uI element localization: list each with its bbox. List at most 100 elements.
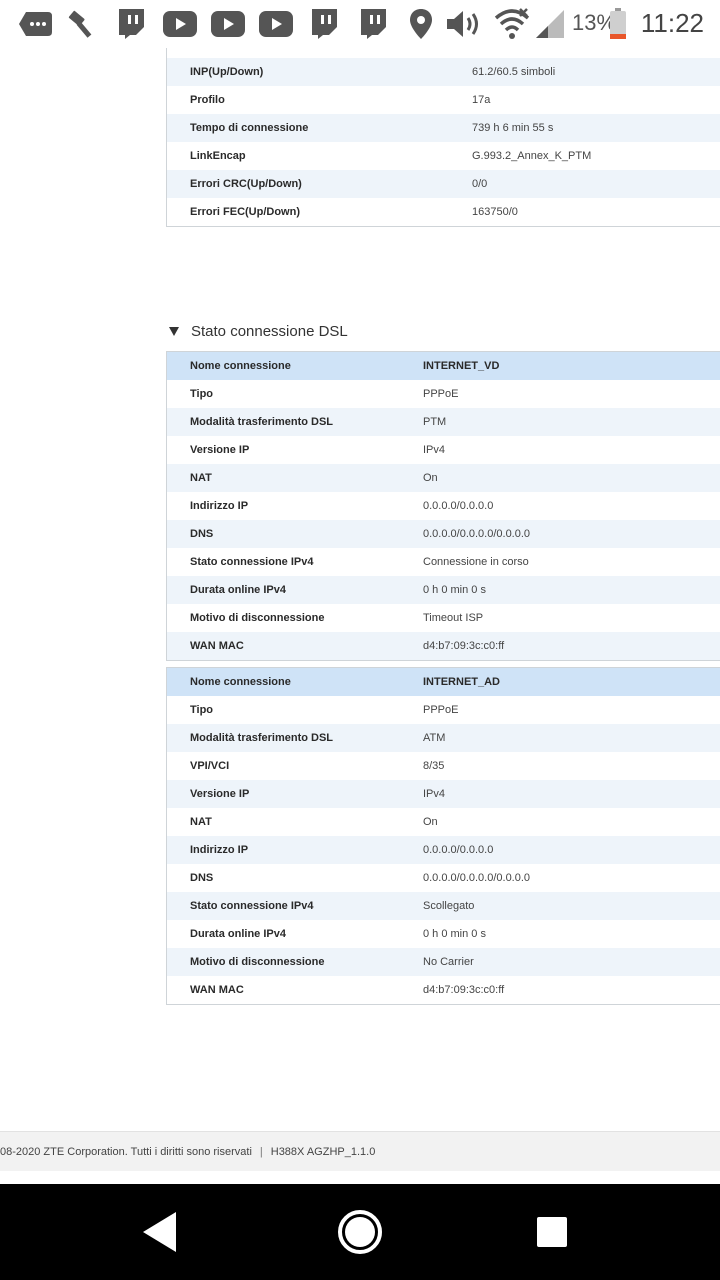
table-row: DNS 0.0.0.0/0.0.0.0/0.0.0.0 [167, 520, 720, 548]
row-label: Errori FEC(Up/Down) [190, 206, 300, 218]
table-header-row: Nome connessione INTERNET_VD [167, 352, 720, 380]
row-label: DNS [190, 528, 214, 540]
row-value: IPv4 [423, 444, 446, 456]
table-row: NAT On [167, 808, 720, 836]
footer-version: H388X AGZHP_1.1.0 [270, 1145, 376, 1158]
row-label: NAT [190, 816, 212, 828]
back-icon[interactable] [132, 1204, 188, 1260]
status-bar: 13% 11:22 [0, 0, 720, 48]
page-footer: 08-2020 ZTE Corporation. Tutti i diritti… [0, 1131, 720, 1171]
android-nav-bar [0, 1184, 720, 1280]
row-label: Versione IP [190, 444, 250, 456]
connection-table-internet-vd: Nome connessione INTERNET_VD Tipo PPPoE Moda… [166, 351, 720, 661]
table-row: WAN MAC d4:b7:09:3c:c0:ff [167, 632, 720, 660]
table-row: Tipo PPPoE [167, 380, 720, 408]
row-label: Modalità trasferimento DSL [190, 732, 334, 744]
table-row: VPI/VCI 8/35 [167, 752, 720, 780]
row-value: d4:b7:09:3c:c0:ff [423, 984, 505, 996]
table-row: Versione IP IPv4 [167, 780, 720, 808]
row-value: 0.0.0.0/0.0.0.0 [423, 844, 494, 856]
row-label: VPI/VCI [190, 760, 230, 772]
table-row: Stato connessione IPv4 Scollegato [167, 892, 720, 920]
row-label: Modalità trasferimento DSL [190, 416, 334, 428]
cell-signal-icon [532, 6, 568, 42]
table-row: Modalità trasferimento DSL PTM [167, 408, 720, 436]
row-label: Nome connessione [190, 676, 291, 688]
row-value: 61.2/60.5 simboli [472, 66, 556, 78]
row-label: Stato connessione IPv4 [190, 556, 314, 568]
youtube-icon [162, 6, 198, 42]
row-label: Stato connessione IPv4 [190, 900, 314, 912]
clock: 11:22 [640, 8, 704, 38]
twitch-icon [355, 6, 391, 42]
table-row: Modalità trasferimento DSL ATM [167, 724, 720, 752]
row-label: NAT [190, 472, 212, 484]
row-label: Indirizzo IP [190, 500, 249, 512]
row-value: Scollegato [423, 900, 475, 912]
table-row: NAT On [167, 464, 720, 492]
row-value: 0.0.0.0/0.0.0.0/0.0.0.0 [423, 872, 531, 884]
table-row: INP(Up/Down) 61.2/60.5 simboli [167, 58, 720, 86]
row-value: 8/35 [423, 760, 445, 772]
table-row: Durata online IPv4 0 h 0 min 0 s [167, 920, 720, 948]
collapse-triangle-icon[interactable] [169, 326, 179, 336]
dsl-line-info-table: INP(Up/Down) 61.2/60.5 simboli Profilo 17a T… [166, 58, 720, 227]
router-status-page: INP(Up/Down) 61.2/60.5 simboli Profilo 17a T… [0, 48, 720, 1184]
row-value: 0.0.0.0/0.0.0.0/0.0.0.0 [423, 528, 531, 540]
hammer-icon [64, 6, 100, 42]
row-label: INP(Up/Down) [190, 66, 264, 78]
section-header-dsl-connection[interactable]: Stato connessione DSL [166, 316, 720, 346]
row-value: 0.0.0.0/0.0.0.0 [423, 500, 494, 512]
row-label: Tipo [190, 388, 214, 400]
footer-separator: | [259, 1145, 263, 1158]
row-value: On [423, 816, 438, 828]
recents-icon[interactable] [524, 1204, 580, 1260]
row-value: IPv4 [423, 788, 446, 800]
row-label: Motivo di disconnessione [190, 612, 325, 624]
table-row: Errori FEC(Up/Down) 163750/0 [167, 198, 720, 226]
location-pin-icon [403, 6, 439, 42]
row-label: Durata online IPv4 [190, 584, 286, 596]
row-value: 0 h 0 min 0 s [423, 584, 486, 596]
table-row: Errori CRC(Up/Down) 0/0 [167, 170, 720, 198]
row-label: Tipo [190, 704, 214, 716]
table-row: Tempo di connessione 739 h 6 min 55 s [167, 114, 720, 142]
row-value: d4:b7:09:3c:c0:ff [423, 640, 505, 652]
row-value: 17a [472, 94, 491, 106]
table-row: LinkEncap G.993.2_Annex_K_PTM [167, 142, 720, 170]
row-label: Profilo [190, 94, 225, 106]
row-label: Motivo di disconnessione [190, 956, 325, 968]
table-row: Indirizzo IP 0.0.0.0/0.0.0.0 [167, 836, 720, 864]
row-value: ATM [423, 732, 446, 744]
row-value: 739 h 6 min 55 s [472, 122, 554, 134]
battery-icon [608, 6, 628, 42]
row-value: PTM [423, 416, 447, 428]
row-label: DNS [190, 872, 214, 884]
connection-table-internet-ad: Nome connessione INTERNET_AD Tipo PPPoE Moda… [166, 667, 720, 1005]
youtube-icon [210, 6, 246, 42]
row-label: Versione IP [190, 788, 250, 800]
row-value: INTERNET_VD [423, 360, 500, 372]
table-row: Motivo di disconnessione No Carrier [167, 948, 720, 976]
row-value: PPPoE [423, 704, 459, 716]
row-label: WAN MAC [190, 984, 244, 996]
table-row: Motivo di disconnessione Timeout ISP [167, 604, 720, 632]
row-value: No Carrier [423, 956, 474, 968]
row-label: WAN MAC [190, 640, 244, 652]
table-row: Durata online IPv4 0 h 0 min 0 s [167, 576, 720, 604]
home-icon[interactable] [332, 1204, 388, 1260]
volume-icon [444, 6, 486, 42]
clipped-row [166, 48, 720, 58]
chat-bubble-icon [18, 6, 54, 42]
footer-copyright: 08-2020 ZTE Corporation. Tutti i diritti… [0, 1145, 252, 1158]
table-row: DNS 0.0.0.0/0.0.0.0/0.0.0.0 [167, 864, 720, 892]
row-value: 0/0 [472, 178, 488, 190]
table-row: Versione IP IPv4 [167, 436, 720, 464]
row-value: INTERNET_AD [423, 676, 501, 688]
row-value: PPPoE [423, 388, 459, 400]
table-row: Tipo PPPoE [167, 696, 720, 724]
row-label: Tempo di connessione [190, 122, 309, 134]
row-value: G.993.2_Annex_K_PTM [472, 150, 592, 162]
table-row: Stato connessione IPv4 Connessione in cor… [167, 548, 720, 576]
row-label: Errori CRC(Up/Down) [190, 178, 302, 190]
